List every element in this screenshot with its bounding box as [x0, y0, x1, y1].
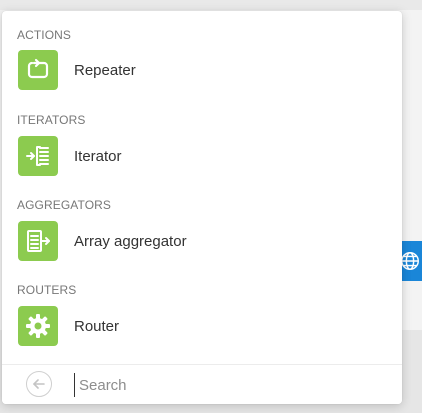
section-heading-actions: ACTIONS — [17, 28, 72, 42]
search-input[interactable] — [74, 373, 374, 397]
menu-item-array-aggregator[interactable]: Array aggregator — [2, 220, 402, 262]
menu-item-label: Router — [74, 317, 120, 335]
module-picker-menu: ACTIONS Repeater ITERATORS Iterator AGGR… — [2, 11, 402, 404]
router-tile — [18, 306, 58, 346]
section-heading-iterators: ITERATORS — [17, 113, 86, 127]
menu-item-label: Iterator — [74, 147, 122, 165]
back-button[interactable] — [26, 371, 52, 397]
iterator-icon — [26, 146, 49, 166]
menu-item-repeater[interactable]: Repeater — [2, 49, 402, 91]
search-bar — [2, 365, 402, 404]
menu-item-label: Repeater — [74, 61, 136, 79]
repeater-icon — [27, 58, 49, 79]
array-aggregator-icon — [27, 230, 50, 252]
repeater-tile — [18, 50, 58, 90]
menu-item-router[interactable]: Router — [2, 305, 402, 347]
menu-item-iterator[interactable]: Iterator — [2, 135, 402, 177]
menu-item-label: Array aggregator — [74, 232, 187, 250]
iterator-tile — [18, 136, 58, 176]
array-aggregator-tile — [18, 221, 58, 261]
gear-icon — [26, 314, 50, 338]
arrow-left-icon — [33, 379, 45, 389]
globe-icon — [401, 252, 419, 270]
section-heading-routers: ROUTERS — [17, 283, 77, 297]
section-heading-aggregators: AGGREGATORS — [17, 198, 112, 212]
